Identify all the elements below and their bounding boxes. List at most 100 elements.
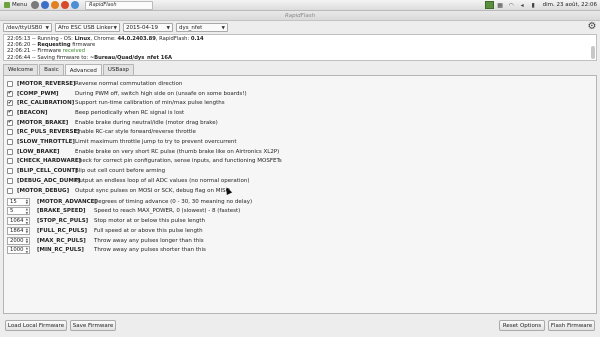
flash-firmware-button[interactable]: Flash Firmware [548, 320, 595, 331]
start-menu-button[interactable]: Menu [0, 0, 29, 11]
spinner-arrows-icon[interactable]: ▲ ▼ [26, 237, 28, 245]
setting-name: [MOTOR_BRAKE] [17, 119, 69, 126]
setting-number-input[interactable]: 1000 ▲ ▼ [7, 246, 30, 255]
tab-basic[interactable]: Basic [39, 64, 64, 75]
taskbar-window-title: RapidFlash [89, 2, 117, 8]
battery-icon[interactable]: ▮ [529, 1, 538, 9]
log-timestamp: 22:05:13 [7, 36, 31, 42]
setting-checkbox[interactable]: ✔ [7, 109, 13, 116]
setting-description: Limit maximum throttle jump to try to pr… [75, 139, 237, 146]
taskbar-window-button[interactable]: RapidFlash [85, 0, 154, 10]
firmware-select-value: dys_nfet [179, 24, 203, 31]
tab-welcome[interactable]: Welcome [3, 64, 39, 75]
window-titlebar: RapidFlash [0, 11, 600, 21]
wifi-icon[interactable]: ◠ [507, 1, 516, 9]
setting-number-input[interactable]: 15 ▲ ▼ [7, 197, 30, 206]
launcher-icon[interactable] [31, 1, 40, 9]
setting-checkbox[interactable] [7, 148, 13, 155]
reset-options-button[interactable]: Reset Options [499, 320, 545, 331]
setting-name: [SLOW_THROTTLE] [17, 139, 75, 146]
log-text: 44.0.2403.89 [117, 36, 156, 42]
setting-checkbox[interactable] [7, 129, 13, 136]
load-local-firmware-label: Load Local Firmware [7, 322, 65, 329]
checkbox-setting-row: ✔ [RC_CALIBRATION] Support run-time calibr… [7, 98, 225, 108]
checkbox-setting-row: [CHECK_HARDWARE] Check for correct pin co… [7, 157, 282, 167]
setting-checkbox[interactable]: ✔ [7, 119, 13, 126]
log-line: 22:06:44 -- Saving firmware to: ~Bureau/… [7, 54, 593, 61]
menu-label: Menu [12, 2, 28, 8]
log-timestamp: 22:06:44 [7, 54, 31, 61]
clock[interactable]: dim. 23 août, 22:06 [539, 2, 600, 8]
checkbox-setting-row: [SLOW_THROTTLE] Limit maximum throttle ju… [7, 137, 237, 147]
launcher-icon[interactable] [61, 1, 70, 9]
setting-name: [RC_PULS_REVERSE] [17, 129, 80, 136]
setting-checkbox[interactable] [7, 168, 13, 175]
setting-number-input[interactable]: 1864 ▲ ▼ [7, 226, 30, 235]
tray-app-icon[interactable] [484, 1, 494, 9]
spinner-arrows-icon[interactable]: ▲ ▼ [26, 246, 28, 254]
setting-name: [FULL_RC_PULS] [37, 227, 87, 234]
setting-number-value: 1000 [10, 247, 24, 254]
checkbox-setting-row: [MOTOR_REVERSE] Reverse normal commutatio… [7, 79, 182, 89]
setting-description: Enable brake during neutral/idle (motor … [75, 119, 218, 126]
menu-icon [4, 2, 10, 8]
log-text: Linux [74, 36, 91, 42]
launcher-icon[interactable] [51, 1, 60, 9]
setting-checkbox[interactable]: ✔ [7, 100, 13, 107]
version-select[interactable]: 2015-04-19 ▼ [123, 23, 173, 32]
setting-number-value: 15 [10, 198, 17, 205]
setting-name: [MAX_RC_PULS] [37, 237, 86, 244]
esc-select-value: Afro ESC USB Linker [58, 24, 114, 31]
setting-number-value: 5 [10, 208, 14, 215]
launcher-icons [29, 1, 80, 9]
system-taskbar: Menu RapidFlash ▦ ◠ ◂ ▮ dim. 23 août, 22… [0, 0, 600, 11]
setting-description: Degrees of timing advance (0 - 30, 30 me… [94, 198, 253, 205]
setting-description: Speed to reach MAX_POWER, 0 (slowest) - … [94, 208, 241, 215]
setting-name: [MOTOR_ADVANCE] [37, 198, 97, 205]
checkbox-setting-row: [DEBUG_ADC_DUMP] Output an endless loop o… [7, 176, 249, 186]
setting-name: [MOTOR_REVERSE] [17, 80, 76, 87]
chevron-down-icon: ▼ [221, 26, 225, 31]
setting-name: [COMP_PWM] [17, 90, 59, 97]
setting-description: Reverse normal commutation direction [75, 80, 183, 87]
load-local-firmware-button[interactable]: Load Local Firmware [5, 320, 67, 331]
log-scrollbar[interactable] [591, 36, 595, 59]
setting-name: [RC_CALIBRATION] [17, 100, 75, 107]
tab-label: USBasp [107, 67, 129, 73]
setting-number-input[interactable]: 2000 ▲ ▼ [7, 236, 30, 245]
spinner-arrows-icon[interactable]: ▲ ▼ [26, 208, 28, 215]
checkbox-setting-row: [LOW_BRAKE] Enable brake on very short RC… [7, 147, 279, 157]
save-firmware-button[interactable]: Save Firmware [70, 320, 116, 331]
network-icon[interactable]: ▦ [496, 1, 505, 9]
log-text: ~Bureau/Quad/dys_nfet 16A [89, 54, 172, 61]
setting-checkbox[interactable] [7, 187, 13, 194]
log-lines: 22:05:13 -- Running - OS: Linux, Chrome:… [7, 36, 593, 61]
checkbox-setting-row: ✔ [MOTOR_BRAKE] Enable brake during neutra… [7, 118, 218, 128]
setting-description: Output sync pulses on MOSI or SCK, debug… [75, 187, 230, 194]
setting-checkbox[interactable]: ✔ [7, 90, 13, 97]
setting-number-input[interactable]: 1064 ▲ ▼ [7, 217, 30, 226]
spinner-arrows-icon[interactable]: ▲ ▼ [26, 198, 28, 206]
volume-icon[interactable]: ◂ [518, 1, 527, 9]
firmware-select[interactable]: dys_nfet ▼ [176, 23, 228, 32]
log-scrollbar-thumb[interactable] [591, 46, 595, 59]
esc-select[interactable]: Afro ESC USB Linker ▼ [55, 23, 120, 32]
spinner-arrows-icon[interactable]: ▲ ▼ [26, 227, 28, 235]
gear-icon[interactable]: ⚙ [587, 22, 597, 32]
setting-number-input[interactable]: 5 ▲ ▼ [7, 207, 30, 216]
launcher-icon[interactable] [71, 1, 80, 9]
setting-checkbox[interactable] [7, 80, 13, 87]
setting-checkbox[interactable] [7, 158, 13, 165]
port-select[interactable]: /dev/ttyUSB0 ▼ [3, 23, 52, 32]
log-text: -- Running - OS: [30, 36, 75, 42]
setting-checkbox[interactable] [7, 177, 13, 184]
spinner-arrows-icon[interactable]: ▲ ▼ [26, 217, 28, 225]
log-text: , Chrome: [90, 36, 118, 42]
tab-usbasp[interactable]: USBasp [102, 64, 134, 75]
setting-description: Stop motor at or below this pulse length [94, 218, 205, 225]
launcher-icon[interactable] [41, 1, 50, 9]
tab-label: Welcome [8, 67, 34, 73]
setting-description: Output an endless loop of all ADC values… [75, 177, 250, 184]
setting-checkbox[interactable] [7, 139, 13, 146]
checkbox-setting-row: ✔ [COMP_PWM] During PWM off, switch high s… [7, 89, 247, 99]
